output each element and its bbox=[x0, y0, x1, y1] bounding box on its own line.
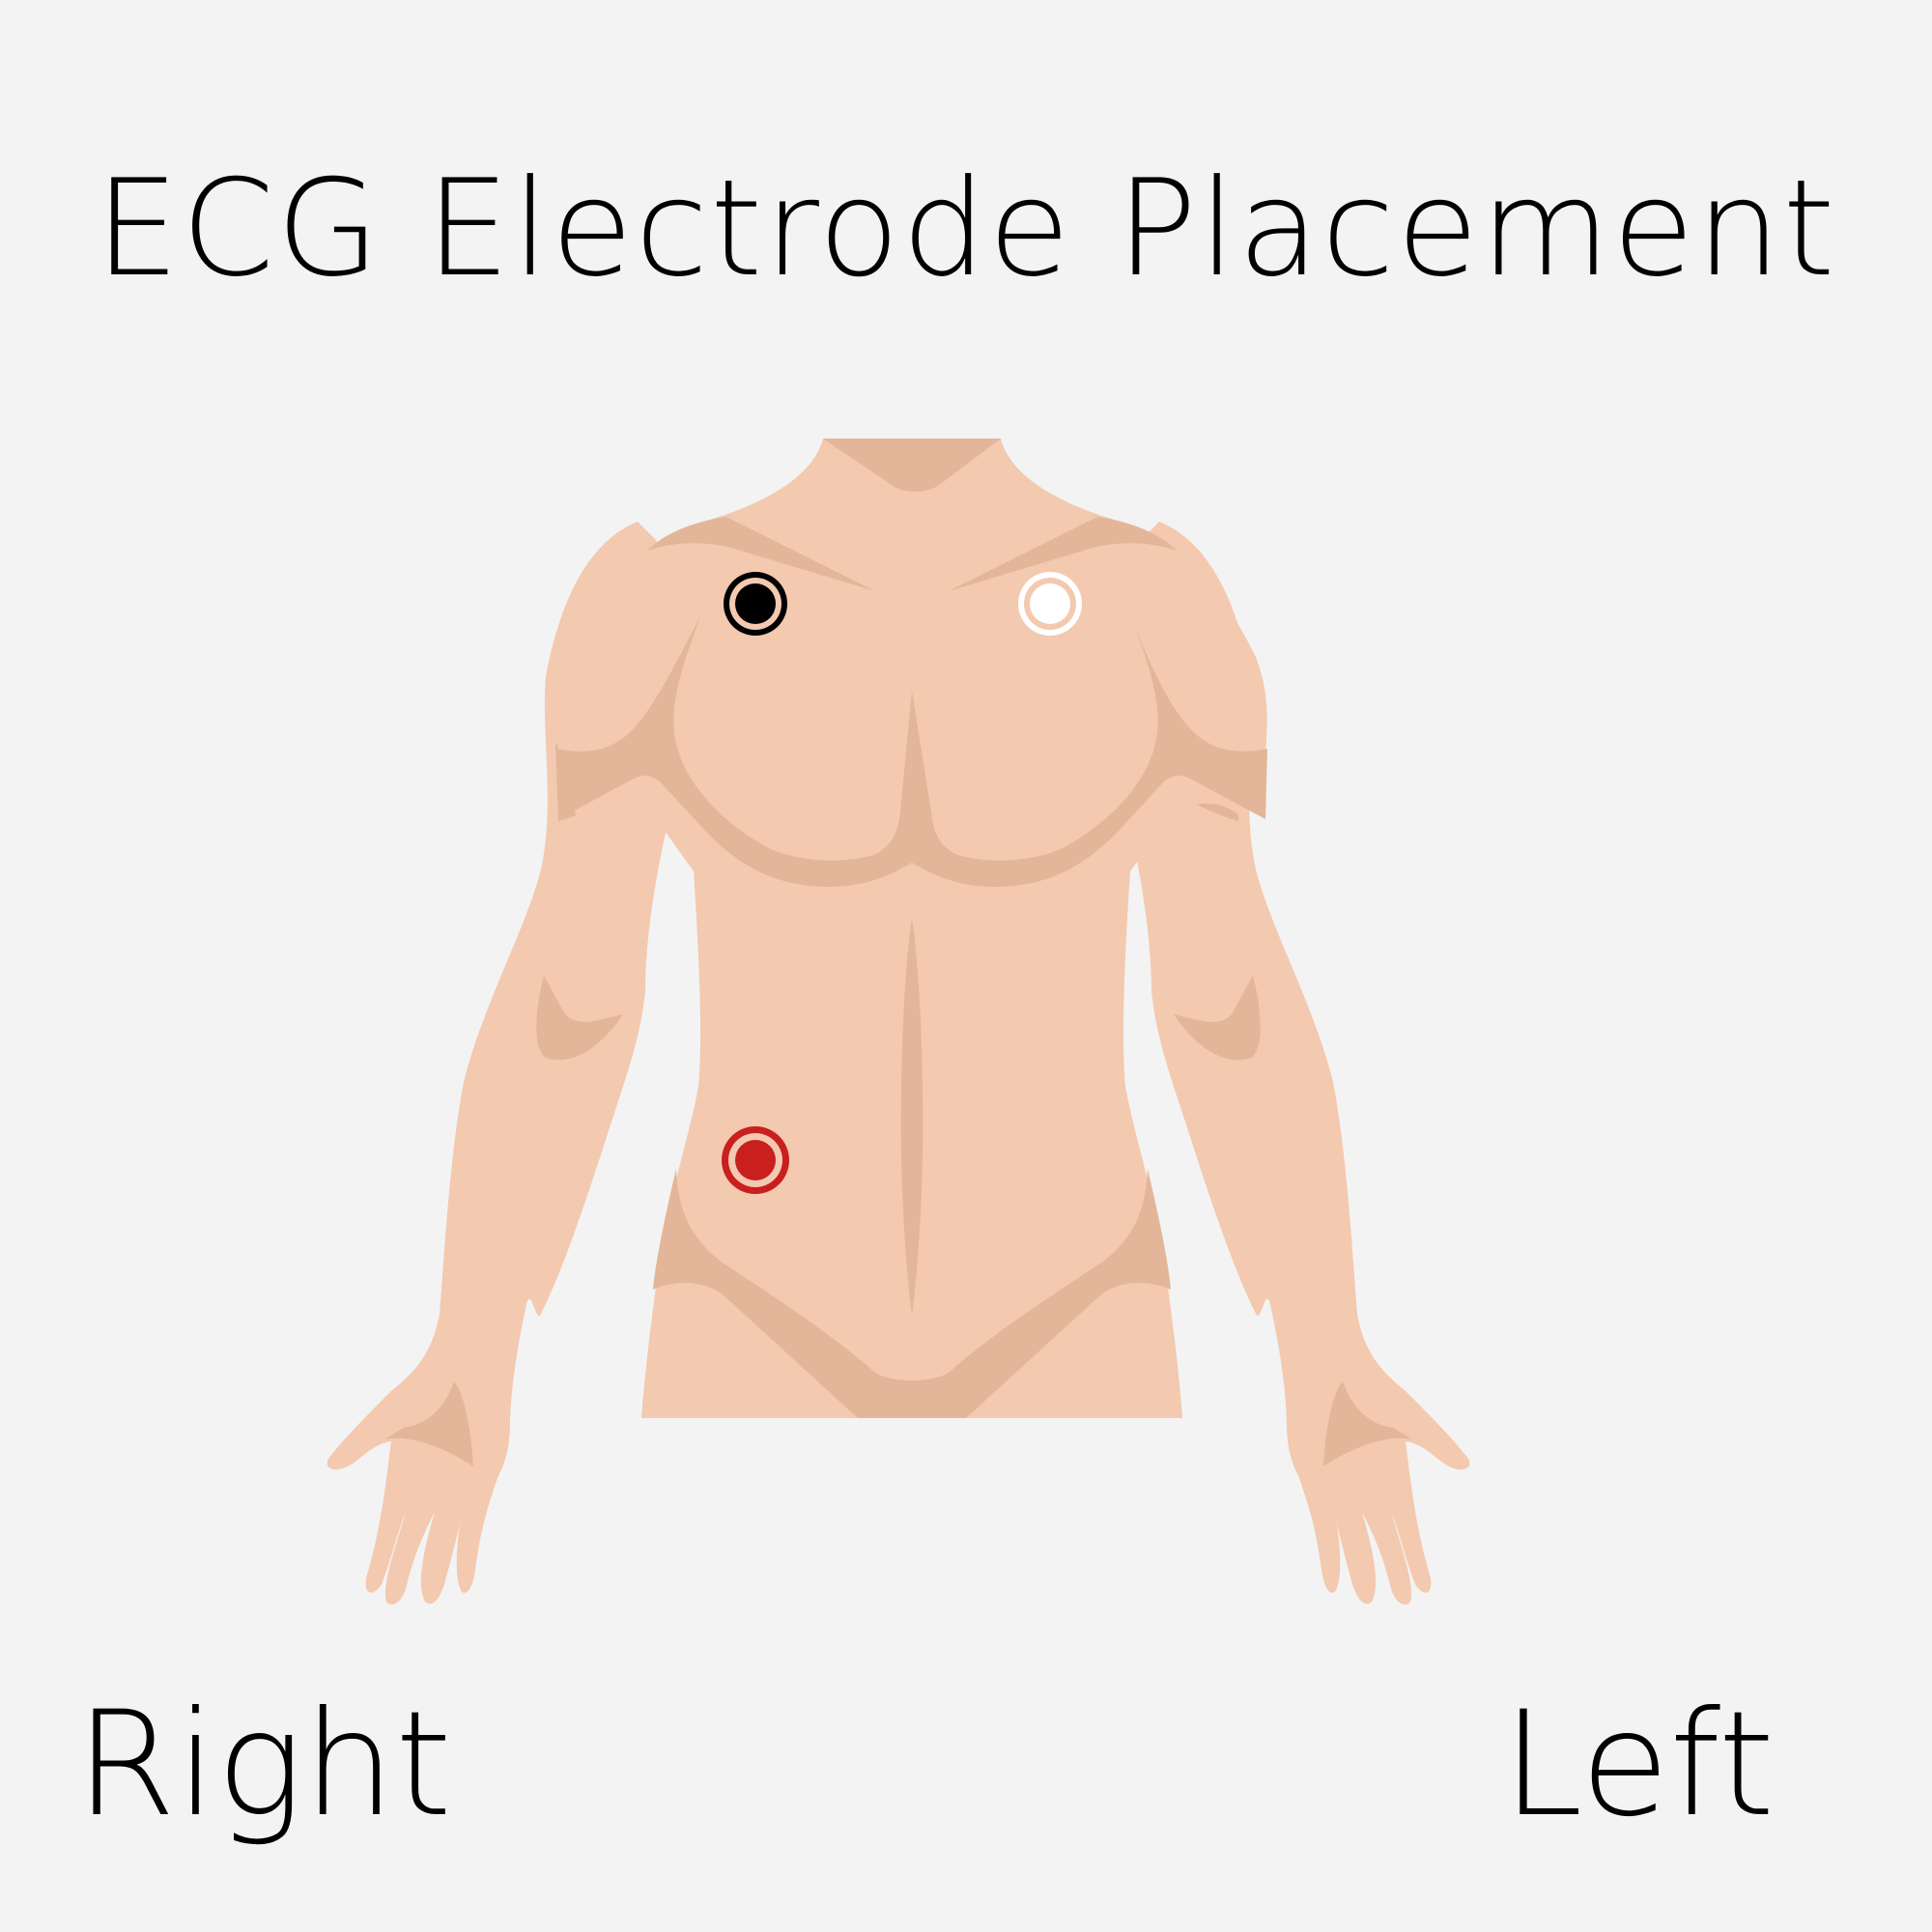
electrode-left-leg bbox=[722, 1126, 789, 1194]
electrode-right-arm bbox=[724, 572, 787, 636]
label-left: Left bbox=[1502, 1681, 1776, 1849]
label-right: Right bbox=[75, 1681, 452, 1849]
torso-figure bbox=[327, 439, 1470, 1605]
electrode-left-arm bbox=[1018, 572, 1082, 636]
